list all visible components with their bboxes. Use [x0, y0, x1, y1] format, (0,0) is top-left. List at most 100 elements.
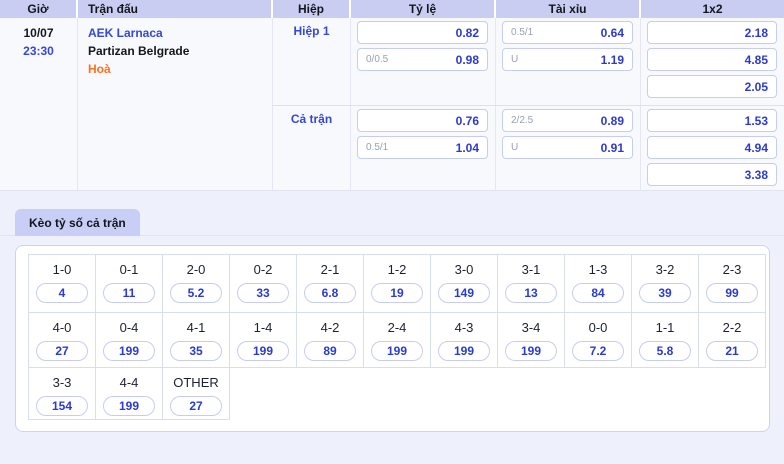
rate-odds-button[interactable]: 0.5/1 1.04	[357, 136, 488, 159]
score-label: 0-4	[119, 320, 139, 335]
handicap-label: 2/2.5	[511, 115, 534, 126]
match-result-label: Hoà	[88, 62, 111, 76]
over-under-odds-button[interactable]: U 1.19	[502, 48, 633, 71]
odds-value: 1.53	[744, 113, 768, 128]
match-time: 23:30	[23, 44, 54, 58]
score-odds-button[interactable]: 154	[36, 396, 88, 416]
odds-value: 0.82	[455, 25, 479, 40]
score-odds-button[interactable]: 199	[505, 341, 557, 361]
1x2-odds-button[interactable]: 2.05	[647, 75, 777, 98]
odds-value: 2.05	[744, 79, 768, 94]
over-under-column: 0.5/1 0.64 U 1.19	[496, 18, 641, 105]
score-cell: 1-1 5.8	[632, 313, 699, 368]
over-under-column: 2/2.5 0.89 U 0.91	[496, 106, 641, 190]
score-odds-button[interactable]: 39	[639, 283, 691, 303]
odds-table-header: Giờ Trận đấu Hiệp Tỷ lệ Tài xỉu 1x2	[0, 0, 784, 18]
score-cell: 0-2 33	[230, 255, 297, 313]
correct-score-grid: 1-0 4 0-1 11 2-0 5.2 0-2 33 2-1 6.8 1-2 …	[28, 254, 766, 420]
score-grid-row: 4-0 27 0-4 199 4-1 35 1-4 199 4-2 89 2-4…	[29, 313, 766, 368]
score-cell: 0-4 199	[96, 313, 163, 368]
score-cell: 1-4 199	[230, 313, 297, 368]
1x2-odds-button[interactable]: 4.94	[647, 136, 777, 159]
score-odds-button[interactable]: 27	[170, 396, 222, 416]
period-row-full-match: Cả trận 0.76 0.5/1 1.04 2/2.5 0.89 U 0.9…	[273, 105, 784, 190]
match-teams-cell: AEK Larnaca Partizan Belgrade Hoà	[78, 18, 273, 190]
rate-odds-button[interactable]: 0.82	[357, 21, 488, 44]
score-cell: 3-0 149	[431, 255, 498, 313]
1x2-odds-button[interactable]: 3.38	[647, 163, 777, 186]
rate-odds-button[interactable]: 0.76	[357, 109, 488, 132]
odds-value: 4.85	[744, 52, 768, 67]
score-cell: 2-2 21	[699, 313, 766, 368]
header-over-under: Tài xỉu	[496, 0, 641, 18]
score-odds-button[interactable]: 6.8	[304, 283, 356, 303]
handicap-label: 0/0.5	[366, 54, 389, 65]
score-grid-row: 1-0 4 0-1 11 2-0 5.2 0-2 33 2-1 6.8 1-2 …	[29, 255, 766, 313]
score-label: 4-1	[186, 320, 206, 335]
score-odds-button[interactable]: 13	[505, 283, 557, 303]
handicap-label: U	[511, 54, 519, 65]
score-odds-button[interactable]: 19	[371, 283, 423, 303]
score-label: 2-3	[722, 262, 742, 277]
period-label: Hiệp 1	[273, 18, 351, 105]
score-odds-button[interactable]: 99	[706, 283, 758, 303]
score-odds-button[interactable]: 4	[36, 283, 88, 303]
score-label: 3-1	[521, 262, 541, 277]
header-rate: Tỷ lệ	[351, 0, 496, 18]
score-odds-button[interactable]: 33	[237, 283, 289, 303]
score-cell: 2-1 6.8	[297, 255, 364, 313]
over-under-odds-button[interactable]: U 0.91	[502, 136, 633, 159]
score-cell: 2-3 99	[699, 255, 766, 313]
odds-table-body: 10/07 23:30 AEK Larnaca Partizan Belgrad…	[0, 18, 784, 190]
score-label: 3-4	[521, 320, 541, 335]
score-cell: 0-0 7.2	[565, 313, 632, 368]
one-x-two-column: 2.18 4.85 2.05	[641, 18, 784, 105]
score-odds-button[interactable]: 5.2	[170, 283, 222, 303]
score-odds-button[interactable]: 11	[103, 283, 155, 303]
handicap-label: U	[511, 142, 519, 153]
1x2-odds-button[interactable]: 1.53	[647, 109, 777, 132]
score-odds-button[interactable]: 199	[103, 396, 155, 416]
score-odds-button[interactable]: 199	[438, 341, 490, 361]
score-odds-button[interactable]: 5.8	[639, 341, 691, 361]
score-odds-button[interactable]: 27	[36, 341, 88, 361]
score-label: 2-0	[186, 262, 206, 277]
score-cell: 4-4 199	[96, 368, 163, 420]
score-label: 1-0	[52, 262, 72, 277]
score-odds-button[interactable]: 149	[438, 283, 490, 303]
score-label: 2-2	[722, 320, 742, 335]
score-label: OTHER	[173, 375, 219, 390]
score-label: 4-4	[119, 375, 139, 390]
score-odds-button[interactable]: 7.2	[572, 341, 624, 361]
score-cell: 3-3 154	[29, 368, 96, 420]
1x2-odds-button[interactable]: 4.85	[647, 48, 777, 71]
header-time: Giờ	[0, 0, 78, 18]
score-odds-button[interactable]: 35	[170, 341, 222, 361]
rate-odds-button[interactable]: 0/0.5 0.98	[357, 48, 488, 71]
period-row-first-half: Hiệp 1 0.82 0/0.5 0.98 0.5/1 0.64 U 1.19…	[273, 18, 784, 105]
over-under-odds-button[interactable]: 0.5/1 0.64	[502, 21, 633, 44]
score-cell: 1-0 4	[29, 255, 96, 313]
score-odds-button[interactable]: 199	[237, 341, 289, 361]
score-odds-button[interactable]: 199	[371, 341, 423, 361]
1x2-odds-button[interactable]: 2.18	[647, 21, 777, 44]
score-odds-button[interactable]: 84	[572, 283, 624, 303]
odds-value: 0.91	[600, 140, 624, 155]
score-label: 1-4	[253, 320, 273, 335]
score-cell: OTHER 27	[163, 368, 230, 420]
score-cell: 1-2 19	[364, 255, 431, 313]
home-team-link[interactable]: AEK Larnaca	[88, 24, 272, 42]
score-cell: 2-4 199	[364, 313, 431, 368]
header-1x2: 1x2	[641, 0, 784, 18]
score-label: 4-2	[320, 320, 340, 335]
over-under-odds-button[interactable]: 2/2.5 0.89	[502, 109, 633, 132]
score-cell: 4-0 27	[29, 313, 96, 368]
tab-full-match-score[interactable]: Kèo tỷ số cả trận	[15, 209, 140, 236]
score-odds-button[interactable]: 21	[706, 341, 758, 361]
odds-value: 0.76	[455, 113, 479, 128]
score-odds-button[interactable]: 89	[304, 341, 356, 361]
score-odds-button[interactable]: 199	[103, 341, 155, 361]
score-cell: 2-0 5.2	[163, 255, 230, 313]
odds-value: 1.04	[455, 140, 479, 155]
match-date: 10/07	[23, 26, 54, 40]
